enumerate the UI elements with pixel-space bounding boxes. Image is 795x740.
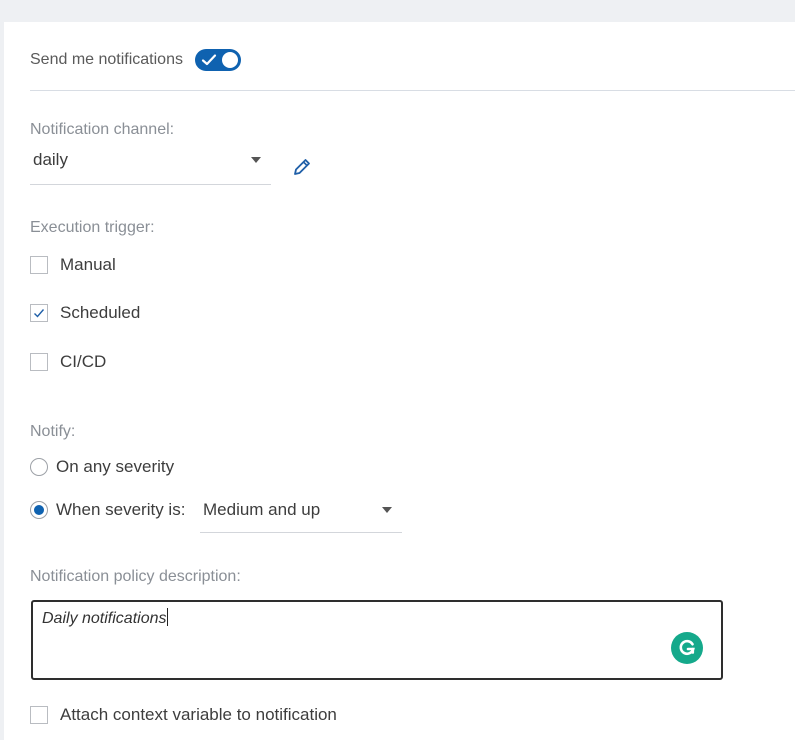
channel-select[interactable]: daily <box>30 146 271 185</box>
chevron-down-icon <box>251 157 261 163</box>
description-value: Daily notifications <box>42 610 167 627</box>
toggle-knob <box>221 52 238 68</box>
grammarly-icon[interactable] <box>671 632 703 664</box>
divider <box>30 90 795 91</box>
checkbox-label: Scheduled <box>60 303 141 322</box>
check-icon <box>201 54 217 66</box>
checkbox-label: Manual <box>60 255 116 274</box>
notify-when-severity-option[interactable]: When severity is: <box>30 498 185 522</box>
radio-label: When severity is: <box>56 500 186 519</box>
notify-any-severity-option[interactable]: On any severity <box>30 455 174 479</box>
severity-value: Medium and up <box>203 500 321 519</box>
notifications-toggle-label: Send me notifications <box>30 51 183 68</box>
chevron-down-icon <box>382 507 392 513</box>
checkbox[interactable] <box>30 353 48 371</box>
grammarly-g-glyph <box>679 639 695 656</box>
radio-label: On any severity <box>56 457 175 476</box>
severity-select[interactable]: Medium and up <box>200 496 402 533</box>
checkbox[interactable] <box>30 256 48 274</box>
checkbox[interactable] <box>30 304 48 322</box>
trigger-cicd-option[interactable]: CI/CD <box>30 351 106 373</box>
notification-settings-panel: Send me notifications Notification chann… <box>4 22 795 740</box>
checkbox[interactable] <box>30 706 48 724</box>
description-label: Notification policy description: <box>30 568 241 585</box>
channel-label: Notification channel: <box>30 121 175 138</box>
radio-button[interactable] <box>30 501 48 519</box>
radio-button[interactable] <box>30 458 48 476</box>
attach-context-option[interactable]: Attach context variable to notification <box>30 704 337 726</box>
check-icon <box>34 309 45 318</box>
channel-value: daily <box>33 150 68 169</box>
pencil-icon[interactable] <box>291 156 313 178</box>
notifications-toggle[interactable] <box>194 49 241 71</box>
text-cursor <box>166 608 168 626</box>
trigger-scheduled-option[interactable]: Scheduled <box>30 302 140 324</box>
description-text: Daily notifications <box>42 608 168 628</box>
notify-label: Notify: <box>30 423 76 440</box>
checkbox-label: CI/CD <box>60 352 107 371</box>
notifications-toggle-row: Send me notifications <box>30 48 241 72</box>
trigger-label: Execution trigger: <box>30 219 155 236</box>
trigger-manual-option[interactable]: Manual <box>30 254 116 276</box>
description-textarea[interactable]: Daily notifications <box>31 600 723 680</box>
checkbox-label: Attach context variable to notification <box>60 705 337 724</box>
